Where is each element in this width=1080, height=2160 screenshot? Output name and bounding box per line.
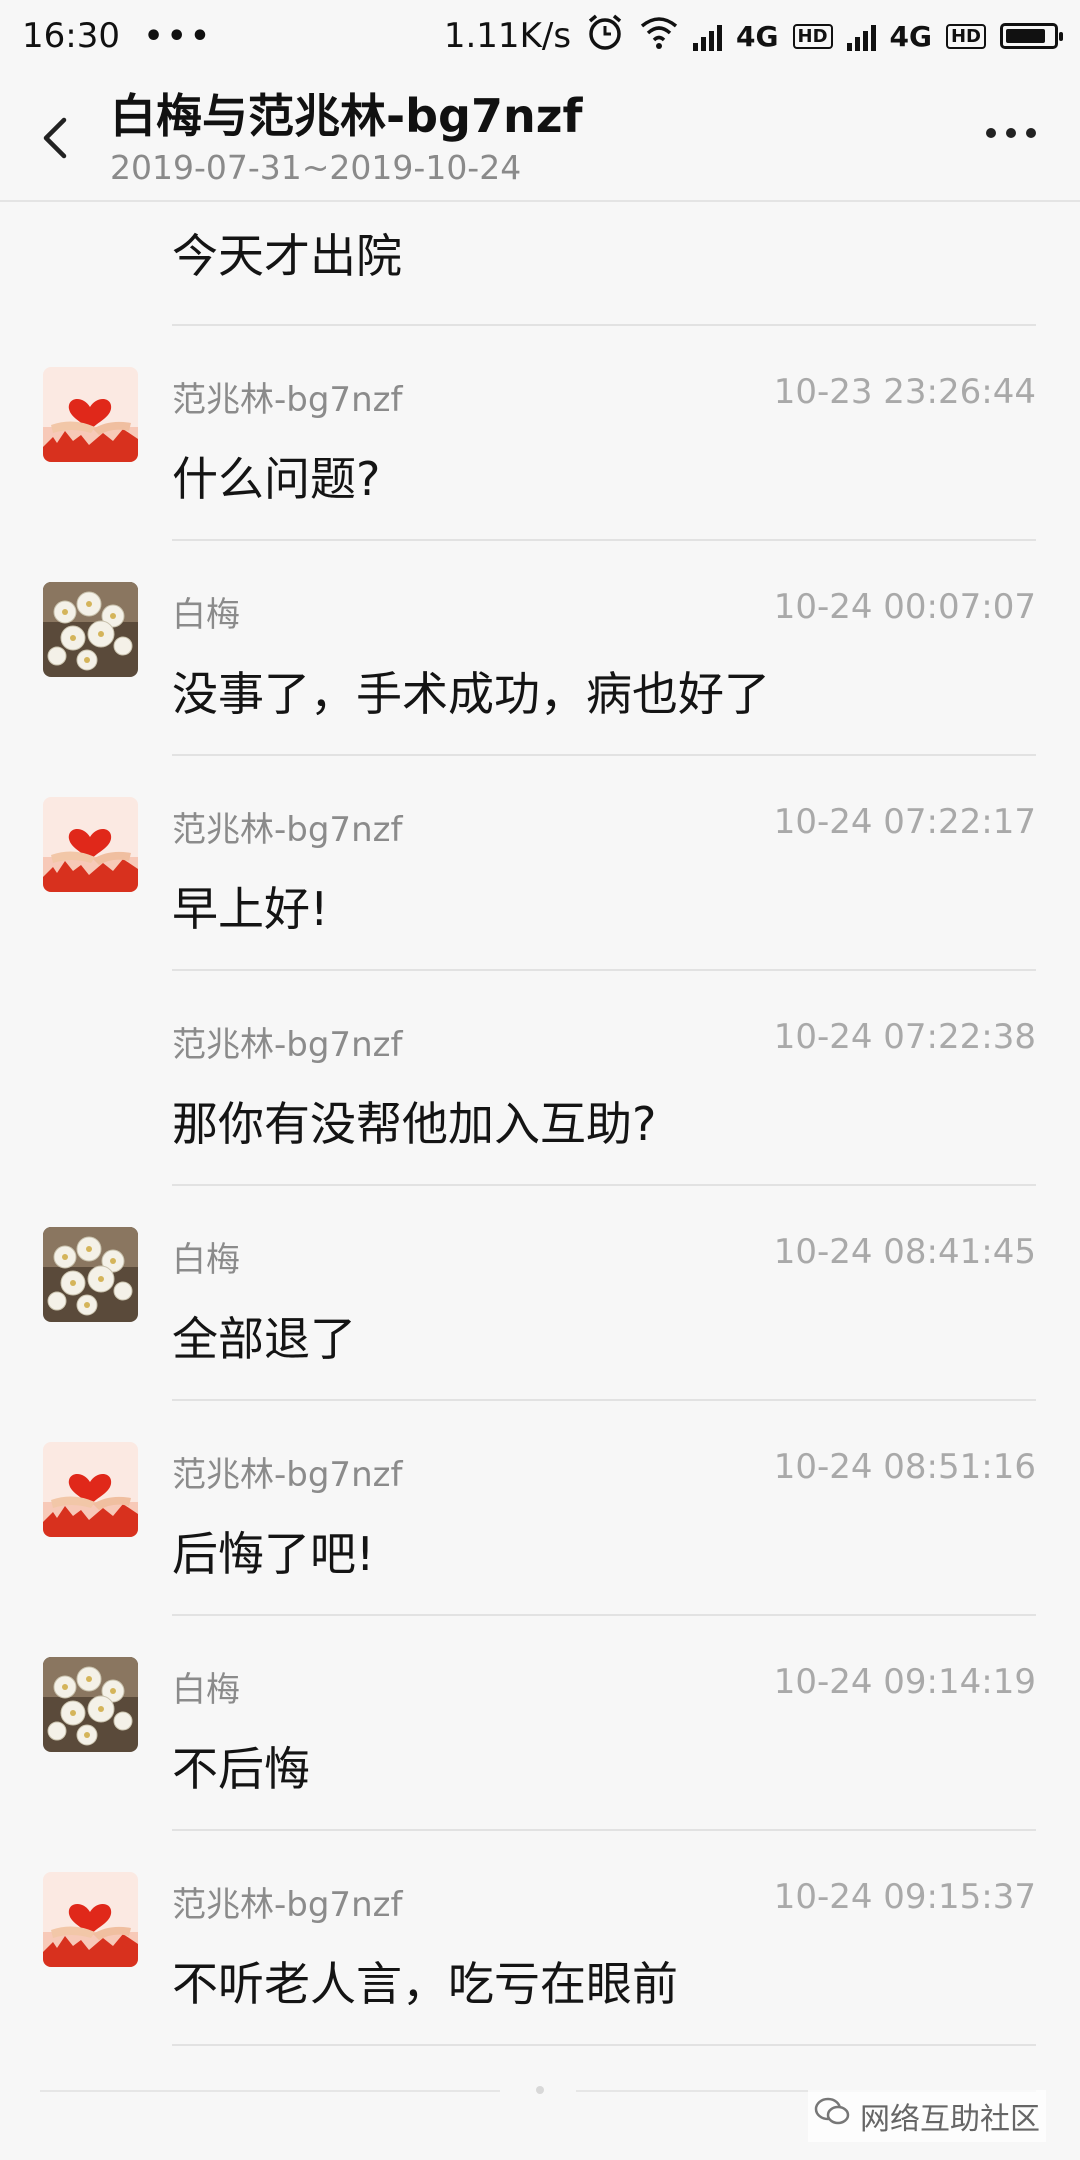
message-time: 10-24 08:41:45: [773, 1232, 1036, 1272]
date-range: 2019-07-31~2019-10-24: [110, 148, 522, 187]
clock: 16:30: [22, 16, 120, 56]
hd-badge-1: HD: [792, 23, 833, 49]
message-text: 没事了，手术成功，病也好了: [172, 667, 770, 721]
message-list[interactable]: 今天才出院 范兆林-bg7nzf 10-23 23:26:44 什么问题? 白梅 10…: [0, 202, 1080, 2046]
sender-name: 范兆林-bg7nzf: [172, 380, 403, 420]
message-row[interactable]: 范兆林-bg7nzf 10-24 09:15:37 不听老人言，吃亏在眼前: [0, 1831, 1080, 2046]
signal-icon-2: [846, 21, 876, 51]
message-row[interactable]: 范兆林-bg7nzf 10-24 07:22:38 那你有没帮他加入互助?: [0, 971, 1080, 1186]
status-bar: 16:30 ••• 1.11K/s 4G HD 4G HD: [0, 0, 1080, 72]
avatar[interactable]: [43, 582, 138, 677]
message-time: 10-24 09:15:37: [773, 1877, 1036, 1917]
sender-name: 白梅: [172, 595, 240, 635]
sender-name: 白梅: [172, 1240, 240, 1280]
message-time: 10-23 23:26:44: [773, 372, 1036, 412]
avatar[interactable]: [43, 797, 138, 892]
avatar[interactable]: [43, 367, 138, 462]
message-text: 后悔了吧!: [172, 1527, 375, 1581]
sender-name: 范兆林-bg7nzf: [172, 1885, 403, 1925]
message-row[interactable]: 范兆林-bg7nzf 10-24 07:22:17 早上好!: [0, 756, 1080, 971]
message-row[interactable]: 范兆林-bg7nzf 10-24 08:51:16 后悔了吧!: [0, 1401, 1080, 1616]
message-row[interactable]: 范兆林-bg7nzf 10-23 23:26:44 什么问题?: [0, 326, 1080, 541]
wifi-icon: [639, 14, 679, 59]
message-text: 不后悔: [172, 1742, 310, 1796]
message-time: 10-24 08:51:16: [773, 1447, 1036, 1487]
message-text: 那你有没帮他加入互助?: [172, 1097, 657, 1151]
notification-dots: •••: [143, 18, 214, 54]
message-time: 10-24 07:22:17: [773, 802, 1036, 842]
list-item: 今天才出院: [0, 202, 1080, 326]
message-time: 10-24 00:07:07: [773, 587, 1036, 627]
message-row[interactable]: 白梅 10-24 00:07:07 没事了，手术成功，病也好了: [0, 541, 1080, 756]
more-options-icon[interactable]: [986, 128, 1036, 138]
message-row[interactable]: 白梅 10-24 09:14:19 不后悔: [0, 1616, 1080, 1831]
avatar[interactable]: [43, 1872, 138, 1967]
sender-name: 范兆林-bg7nzf: [172, 1455, 403, 1495]
avatar[interactable]: [43, 1227, 138, 1322]
message-text: 今天才出院: [172, 229, 402, 283]
watermark: 网络互助社区: [808, 2090, 1046, 2142]
wechat-icon: [814, 2097, 850, 2135]
sender-name: 范兆林-bg7nzf: [172, 1025, 403, 1065]
message-row[interactable]: 白梅 10-24 08:41:45 全部退了: [0, 1186, 1080, 1401]
battery-icon: [1000, 23, 1063, 49]
chat-header: 白梅与范兆林-bg7nzf 2019-07-31~2019-10-24: [0, 72, 1080, 202]
signal-icon: [693, 21, 723, 51]
network-speed: 1.11K/s: [443, 16, 572, 56]
network-type-1: 4G: [736, 19, 779, 53]
hd-badge-2: HD: [945, 23, 986, 49]
back-arrow-icon[interactable]: [34, 108, 78, 168]
message-text: 不听老人言，吃亏在眼前: [172, 1957, 678, 2011]
sender-name: 范兆林-bg7nzf: [172, 810, 403, 850]
page-title: 白梅与范兆林-bg7nzf: [110, 89, 583, 143]
watermark-text: 网络互助社区: [860, 2102, 1040, 2137]
message-text: 早上好!: [172, 882, 329, 936]
message-time: 10-24 09:14:19: [773, 1662, 1036, 1702]
divider: [172, 2044, 1036, 2046]
message-text: 全部退了: [172, 1312, 356, 1366]
divider-dot: [536, 2086, 544, 2094]
network-type-2: 4G: [889, 19, 932, 53]
alarm-icon: [585, 12, 625, 61]
avatar[interactable]: [43, 1442, 138, 1537]
divider: [40, 2090, 500, 2092]
message-text: 什么问题?: [172, 452, 381, 506]
sender-name: 白梅: [172, 1670, 240, 1710]
message-time: 10-24 07:22:38: [773, 1017, 1036, 1057]
avatar[interactable]: [43, 1657, 138, 1752]
